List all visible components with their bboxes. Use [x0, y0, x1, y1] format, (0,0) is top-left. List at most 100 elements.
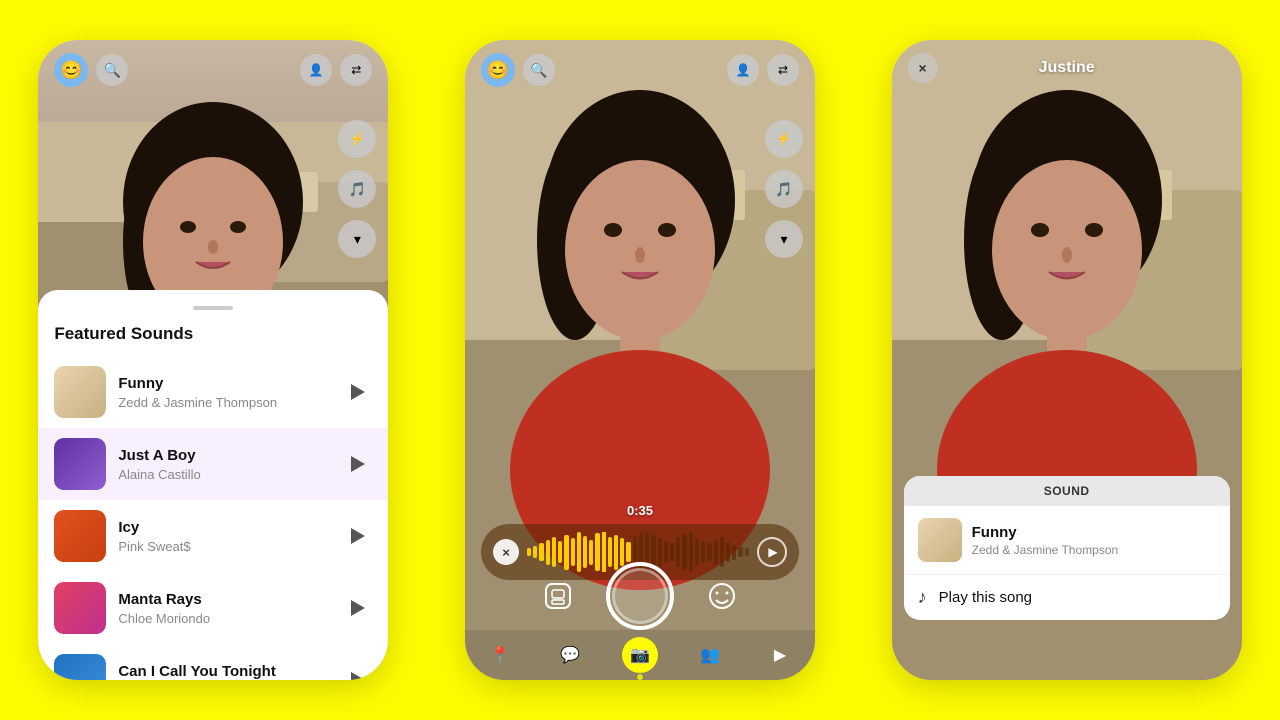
flash-icon-1: ⚡ — [349, 131, 365, 147]
sound-popup-artist: Zedd & Jasmine Thompson — [972, 543, 1216, 557]
song-name-justboy: Just A Boy — [118, 447, 332, 464]
waveform-bar-segment — [589, 540, 593, 565]
sounds-panel: Featured Sounds Funny Zedd & Jasmine Tho… — [38, 290, 388, 680]
waveform-bar-segment — [546, 540, 550, 565]
location-icon: 📍 — [490, 645, 510, 665]
add-friend-icon-1: 👤 — [309, 63, 324, 77]
top-bar-1: 😊 🔍 👤 ⇄ — [38, 40, 388, 100]
song-artist-manta: Chloe Moriondo — [118, 611, 332, 626]
top-bar-right-1: 👤 ⇄ — [300, 54, 372, 86]
search-button-1[interactable]: 🔍 — [96, 54, 128, 86]
search-button-2[interactable]: 🔍 — [523, 54, 555, 86]
flip-camera-icon-1: ⇄ — [351, 63, 361, 77]
play-triangle-icon — [351, 528, 365, 544]
song-artist-justboy: Alaina Castillo — [118, 467, 332, 482]
play-this-song-button[interactable]: ♪ Play this song — [904, 575, 1230, 620]
song-thumb-funny — [54, 366, 106, 418]
sticker-button[interactable] — [540, 578, 576, 614]
panel3-header: × Justine — [892, 40, 1242, 96]
nav-friends-button[interactable]: 👥 — [692, 637, 728, 673]
play-song-label: Play this song — [939, 589, 1032, 606]
music-icon-2: 🎵 — [775, 181, 792, 198]
emoji-camera-button[interactable] — [704, 578, 740, 614]
chevron-button-1[interactable]: ▾ — [338, 220, 376, 258]
nav-location-button[interactable]: 📍 — [482, 637, 518, 673]
nav-send-button[interactable]: ▶ — [762, 637, 798, 673]
search-icon-1: 🔍 — [104, 62, 121, 79]
flash-button-1[interactable]: ⚡ — [338, 120, 376, 158]
play-button-manta[interactable] — [344, 594, 372, 622]
list-item[interactable]: Just A Boy Alaina Castillo — [38, 428, 388, 500]
song-thumb-icy — [54, 510, 106, 562]
play-button-funny[interactable] — [344, 378, 372, 406]
song-thumb-justboy — [54, 438, 106, 490]
music-button-1[interactable]: 🎵 — [338, 170, 376, 208]
song-name-callyou: Can I Call You Tonight — [118, 663, 332, 680]
sound-popup: SOUND Funny Zedd & Jasmine Thompson ♪ Pl… — [904, 476, 1230, 620]
friends-icon: 👥 — [700, 645, 720, 665]
song-thumb-manta — [54, 582, 106, 634]
waveform-bar-segment — [726, 542, 730, 562]
search-icon-2: 🔍 — [530, 62, 547, 79]
waveform-bar-segment — [664, 541, 668, 563]
song-artist-icy: Pink Sweat$ — [118, 539, 332, 554]
list-item[interactable]: Icy Pink Sweat$ — [38, 500, 388, 572]
play-button-callyou[interactable] — [344, 666, 372, 680]
list-item[interactable]: Funny Zedd & Jasmine Thompson — [38, 356, 388, 428]
chevron-down-icon-1: ▾ — [354, 231, 361, 248]
list-item[interactable]: Can I Call You Tonight Dayglow — [38, 644, 388, 680]
side-icons-1: ⚡ 🎵 ▾ — [338, 120, 376, 258]
avatar-button-2[interactable]: 😊 — [481, 53, 515, 87]
add-friend-icon-2: 👤 — [736, 63, 751, 77]
add-friend-button-1[interactable]: 👤 — [300, 54, 332, 86]
flash-button-2[interactable]: ⚡ — [765, 120, 803, 158]
play-triangle-icon — [351, 672, 365, 680]
phone-panel-3: × Justine 📷 Reply to Justine 🎤 😊 👤 SOUND… — [892, 40, 1242, 680]
avatar-button-1[interactable]: 😊 — [54, 53, 88, 87]
waveform-bar-segment — [670, 543, 674, 561]
waveform-bar-segment — [533, 546, 537, 558]
play-button-justboy[interactable] — [344, 450, 372, 478]
waveform-bar-segment — [558, 541, 562, 563]
phone-panel-2: 😊 🔍 👤 ⇄ ⚡ 🎵 ▾ 0:35 × — [465, 40, 815, 680]
play-triangle-icon — [351, 384, 365, 400]
flip-camera-icon-2: ⇄ — [778, 63, 788, 77]
top-bar-right-2: 👤 ⇄ — [727, 54, 799, 86]
top-bar-left-1: 😊 🔍 — [54, 53, 128, 87]
camera-controls — [465, 562, 815, 630]
song-name-funny: Funny — [118, 375, 332, 392]
music-button-2[interactable]: 🎵 — [765, 170, 803, 208]
close-icon: × — [919, 60, 927, 76]
top-bar-left-2: 😊 🔍 — [481, 53, 555, 87]
play-triangle-icon — [351, 600, 365, 616]
sounds-title: Featured Sounds — [38, 324, 388, 344]
flip-camera-button-2[interactable]: ⇄ — [767, 54, 799, 86]
waveform-bar-segment — [539, 543, 543, 561]
song-info-justboy: Just A Boy Alaina Castillo — [118, 447, 332, 482]
capture-button[interactable] — [606, 562, 674, 630]
song-info-callyou: Can I Call You Tonight Dayglow — [118, 663, 332, 681]
chevron-down-icon-2: ▾ — [780, 231, 787, 248]
waveform-timer: 0:35 — [481, 503, 799, 518]
waveform-bar-segment — [745, 548, 749, 556]
song-name-icy: Icy — [118, 519, 332, 536]
waveform-bar-segment — [738, 547, 742, 557]
sound-popup-track: Funny Zedd & Jasmine Thompson — [904, 506, 1230, 575]
close-story-button[interactable]: × — [908, 53, 938, 83]
chevron-button-2[interactable]: ▾ — [765, 220, 803, 258]
sound-popup-name: Funny — [972, 524, 1216, 541]
list-item[interactable]: Manta Rays Chloe Moriondo — [38, 572, 388, 644]
camera-nav-icon: 📷 — [630, 645, 650, 665]
add-friend-button-2[interactable]: 👤 — [727, 54, 759, 86]
waveform-bar-segment — [701, 541, 705, 563]
sound-popup-thumb — [918, 518, 962, 562]
song-info-icy: Icy Pink Sweat$ — [118, 519, 332, 554]
play-button-icy[interactable] — [344, 522, 372, 550]
nav-chat-button[interactable]: 💬 — [552, 637, 588, 673]
chat-icon: 💬 — [560, 645, 580, 665]
sticker-icon — [542, 580, 574, 612]
nav-camera-button[interactable]: 📷 — [622, 637, 658, 673]
avatar-icon-2: 😊 — [487, 60, 509, 81]
story-username: Justine — [1039, 59, 1095, 77]
flip-camera-button-1[interactable]: ⇄ — [340, 54, 372, 86]
